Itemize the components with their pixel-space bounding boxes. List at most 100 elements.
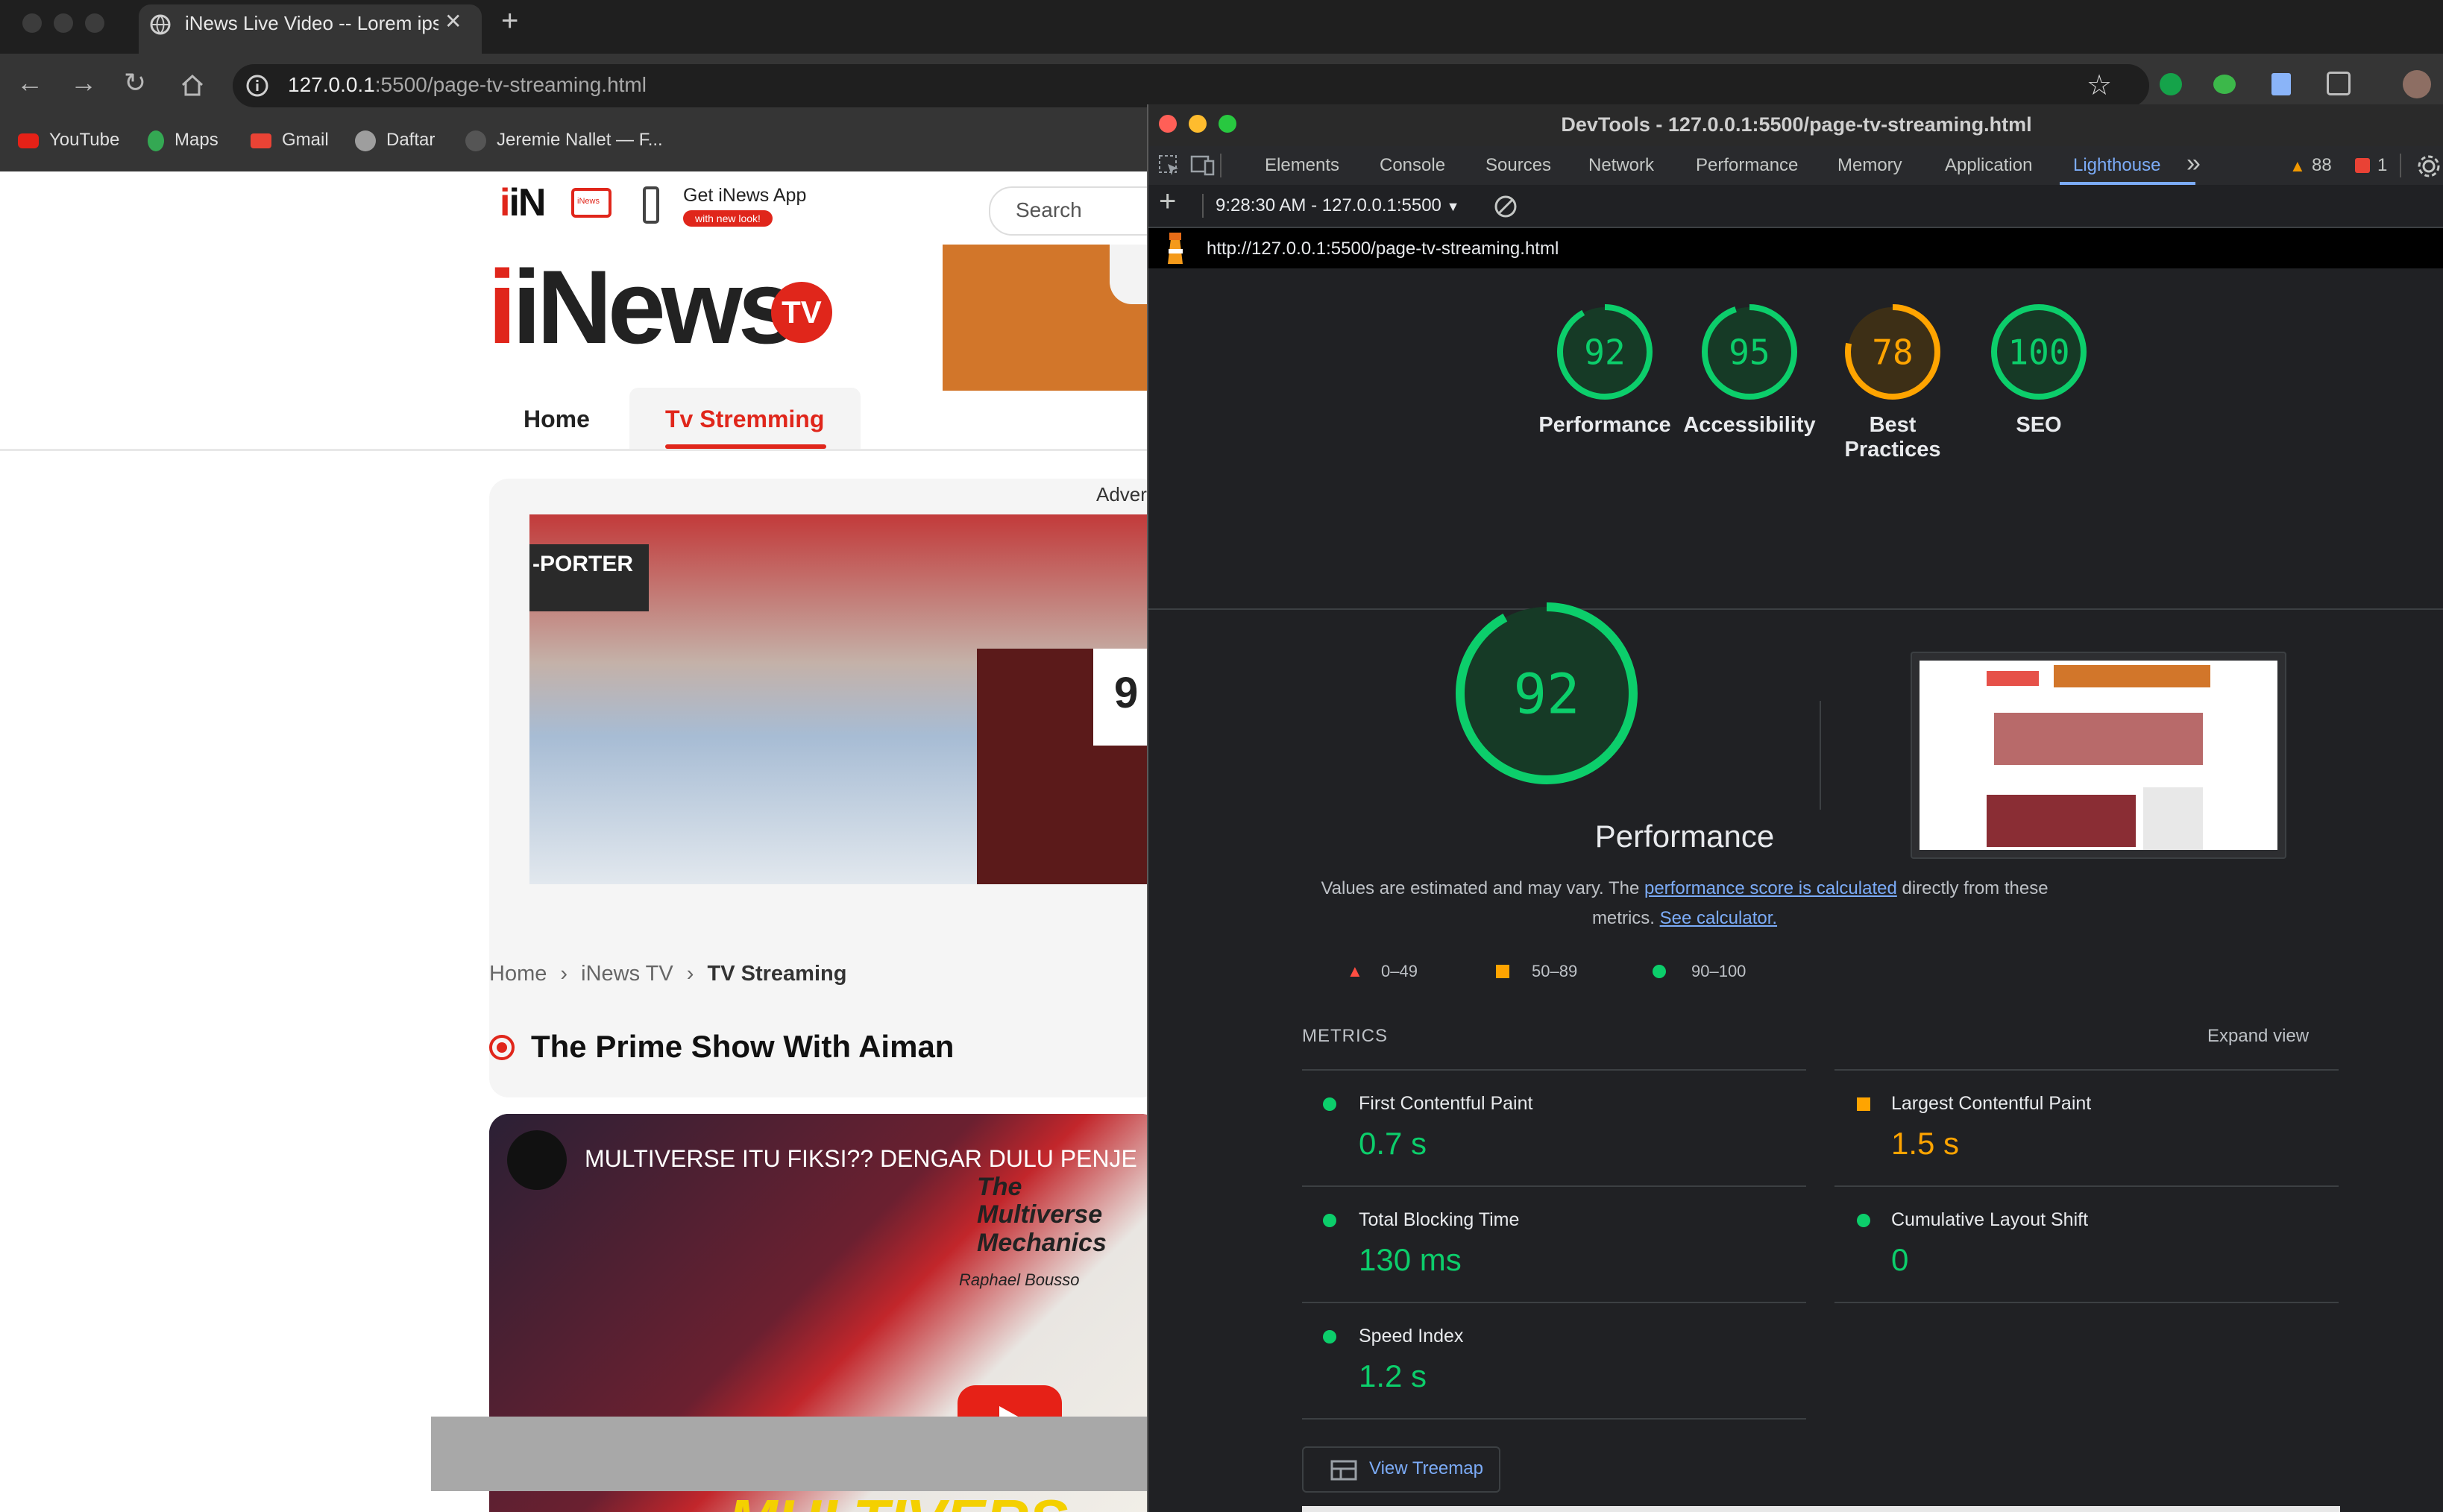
search-input[interactable]: Search: [989, 186, 1148, 236]
back-icon[interactable]: ←: [16, 67, 43, 98]
metrics-divider: [1302, 1302, 1806, 1303]
site-logo[interactable]: iiNews: [488, 255, 796, 359]
gauge-accessibility[interactable]: 95: [1702, 304, 1797, 400]
breadcrumb-separator: ›: [560, 962, 568, 986]
gauge-performance[interactable]: 92: [1557, 304, 1653, 400]
gmail-icon: [251, 133, 271, 148]
bookmark-star-icon[interactable]: ☆: [2087, 69, 2112, 102]
breadcrumb-current: TV Streaming: [707, 962, 847, 986]
gauge-performance-value: 92: [1584, 333, 1625, 373]
metrics-heading: METRICS: [1302, 1026, 1388, 1046]
page-screenshot-thumbnail[interactable]: [1911, 652, 2286, 859]
metric-fcp-value: 0.7 s: [1359, 1126, 1427, 1161]
gauge-label-accessibility: Accessibility: [1683, 413, 1816, 437]
bookmark-daftar[interactable]: Daftar: [355, 130, 435, 151]
legend-average-label: 50–89: [1532, 962, 1578, 980]
breadcrumb-inews-tv[interactable]: iNews TV: [581, 962, 673, 986]
phone-icon: [643, 186, 659, 224]
legend-poor-icon: ▲: [1347, 962, 1363, 980]
gauge-label-best-practices: Best Practices: [1844, 413, 1941, 462]
see-calculator-link[interactable]: See calculator.: [1660, 908, 1777, 928]
video-paper-title: The Multiverse Mechanics: [977, 1173, 1107, 1257]
view-treemap-button[interactable]: View Treemap: [1302, 1446, 1500, 1493]
tab-close-icon[interactable]: ✕: [444, 9, 462, 34]
bookmark-gmail[interactable]: Gmail: [251, 130, 329, 151]
fcp-status-icon: [1323, 1097, 1336, 1111]
breadcrumb-home[interactable]: Home: [489, 962, 547, 986]
tbt-status-icon: [1323, 1214, 1336, 1227]
home-icon[interactable]: [179, 72, 206, 98]
window-close-button[interactable]: [22, 13, 42, 33]
main-performance-gauge[interactable]: 92: [1456, 602, 1638, 784]
metrics-divider: [1834, 1069, 2339, 1071]
video-paper-author: Raphael Bousso: [959, 1270, 1080, 1289]
clipboard-extension-icon[interactable]: [2271, 73, 2291, 95]
reload-icon[interactable]: ↻: [124, 67, 146, 98]
legend-average-icon: [1496, 965, 1509, 978]
metric-cls-name: Cumulative Layout Shift: [1891, 1209, 2089, 1230]
nav-divider: [0, 449, 1148, 451]
metric-tbt-value: 130 ms: [1359, 1242, 1462, 1277]
cls-status-icon: [1857, 1214, 1870, 1227]
expand-view-toggle[interactable]: Expand view: [2207, 1026, 2309, 1047]
url-text[interactable]: 127.0.0.1:5500/page-tv-streaming.html: [288, 73, 647, 97]
nav-home[interactable]: Home: [524, 406, 590, 433]
tab-title: iNews Live Video -- Lorem ipsum: [185, 12, 438, 34]
site-logo-small[interactable]: iiN: [500, 180, 546, 225]
metric-cls-value: 0: [1891, 1242, 1909, 1277]
tv-icon[interactable]: iNews: [571, 188, 611, 218]
metric-fcp-name: First Contentful Paint: [1359, 1093, 1533, 1114]
main-performance-gauge-value: 92: [1513, 663, 1579, 727]
treemap-icon: [1330, 1460, 1357, 1481]
window-zoom-button[interactable]: [85, 13, 104, 33]
profile-avatar[interactable]: [2403, 70, 2431, 98]
bookmark-maps[interactable]: Maps: [148, 130, 218, 151]
legend-good-label: 90–100: [1691, 962, 1746, 980]
grammarly-extension-icon[interactable]: [2160, 73, 2182, 95]
gauge-seo[interactable]: 100: [1991, 304, 2087, 400]
legend-good-icon: [1653, 965, 1666, 978]
gauge-best-practices[interactable]: 78: [1845, 304, 1940, 400]
filmstrip-preview: [1302, 1506, 2340, 1512]
metrics-divider: [1302, 1418, 1806, 1420]
metric-si-name: Speed Index: [1359, 1326, 1464, 1346]
metric-lcp-value: 1.5 s: [1891, 1126, 1960, 1161]
extensions-puzzle-icon[interactable]: [2327, 72, 2351, 95]
jn-favicon-icon: [465, 130, 486, 151]
tv-logo-badge: TV: [771, 282, 832, 343]
site-info-icon[interactable]: [245, 73, 270, 98]
window-minimize-button[interactable]: [54, 13, 73, 33]
eye-extension-icon[interactable]: [2213, 75, 2236, 94]
devtools-window: DevTools - 127.0.0.1:5500/page-tv-stream…: [1147, 104, 2443, 1512]
video-title[interactable]: MULTIVERSE ITU FIKSI?? DENGAR DULU PENJE: [585, 1145, 1137, 1173]
channel-avatar[interactable]: [507, 1130, 567, 1190]
bookmark-jeremie[interactable]: Jeremie Nallet — F...: [465, 130, 663, 151]
new-tab-button[interactable]: +: [501, 4, 518, 38]
overlay-bar: [431, 1417, 1148, 1491]
youtube-icon: [18, 133, 39, 148]
lcp-status-icon: [1857, 1097, 1870, 1111]
web-page: iiN iNews Get iNews App with new look! S…: [0, 171, 1148, 1512]
get-app-link[interactable]: Get iNews App: [683, 185, 806, 207]
performance-score-link[interactable]: performance score is calculated: [1644, 878, 1897, 898]
bookmark-youtube[interactable]: YouTube: [18, 130, 119, 151]
ad-label: Adver: [1096, 483, 1147, 505]
ad-banner-image[interactable]: -PORTER 9: [529, 514, 1148, 884]
forward-icon[interactable]: →: [70, 67, 97, 98]
si-status-icon: [1323, 1330, 1336, 1344]
globe-icon: [150, 14, 171, 35]
breadcrumb-separator: ›: [686, 962, 694, 986]
show-title: The Prime Show With Aiman: [531, 1029, 955, 1064]
maps-pin-icon: [148, 130, 164, 151]
gauge-best-practices-value: 78: [1872, 333, 1913, 373]
metric-tbt-name: Total Blocking Time: [1359, 1209, 1520, 1230]
nav-tv-streaming[interactable]: Tv Stremming: [665, 406, 824, 433]
main-score-label: Performance: [1594, 819, 1775, 854]
metric-si-value: 1.2 s: [1359, 1358, 1427, 1393]
gauge-accessibility-value: 95: [1729, 333, 1770, 373]
banner-text: -PORTER: [532, 552, 633, 576]
metric-lcp-name: Largest Contentful Paint: [1891, 1093, 2092, 1114]
gauge-label-performance: Performance: [1538, 413, 1671, 437]
metrics-divider: [1834, 1302, 2339, 1303]
ad-graphic: [1110, 245, 1148, 304]
